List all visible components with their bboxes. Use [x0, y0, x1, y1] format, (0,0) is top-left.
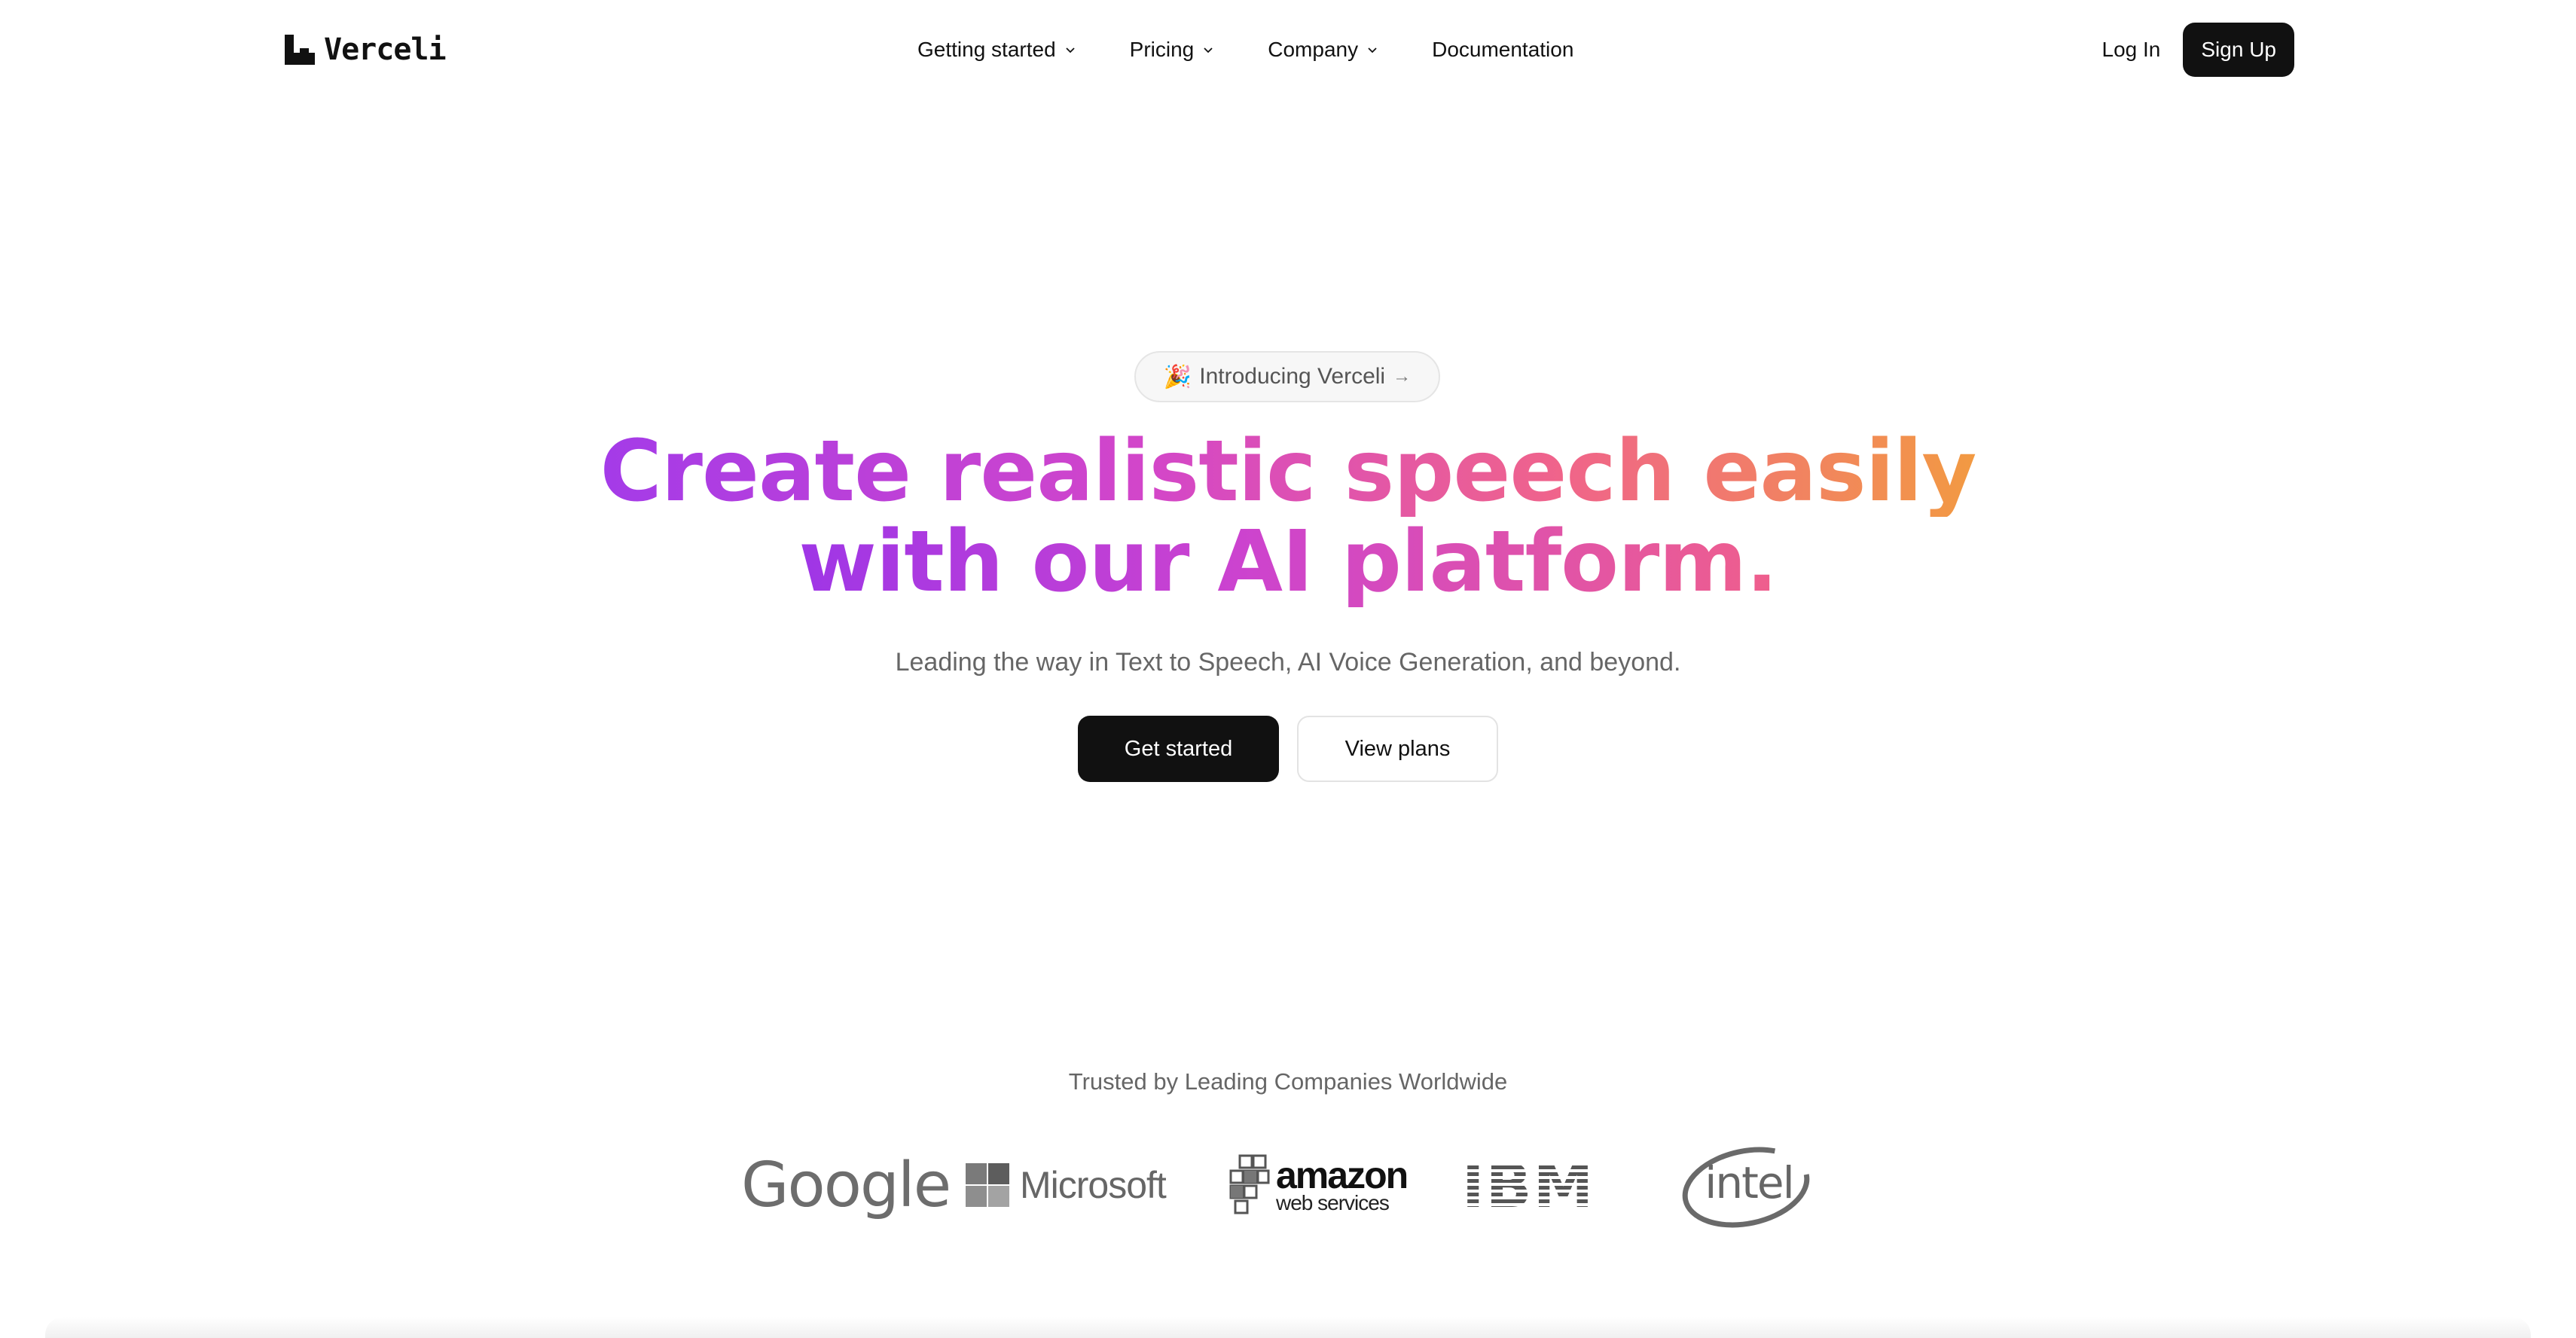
trusted-heading: Trusted by Leading Companies Worldwide: [1068, 1068, 1508, 1095]
microsoft-wordmark: Microsoft: [1020, 1164, 1167, 1206]
announcement-badge[interactable]: 🎉 Introducing Verceli →: [1134, 351, 1440, 402]
ibm-striped-wordmark: IBM: [1464, 1159, 1592, 1211]
top-nav: Verceli Getting started Pricing Company …: [0, 0, 2576, 99]
microsoft-squares-icon: [966, 1163, 1009, 1207]
hero-subtitle: Leading the way in Text to Speech, AI Vo…: [895, 648, 1681, 677]
nav-item-label: Getting started: [917, 38, 1056, 61]
brand-name: Verceli: [324, 32, 447, 67]
aws-logo: amazon web services: [1226, 1136, 1409, 1234]
main-menu: Getting started Pricing Company Document…: [917, 30, 1573, 69]
party-popper-icon: 🎉: [1163, 364, 1192, 389]
google-wordmark: Google: [741, 1149, 951, 1221]
badge-text: Introducing Verceli: [1199, 364, 1386, 389]
microsoft-logo: Microsoft: [966, 1136, 1167, 1234]
nav-item-company[interactable]: Company: [1268, 38, 1378, 62]
intel-swirl-wordmark: intel: [1682, 1147, 1810, 1228]
get-started-button[interactable]: Get started: [1078, 716, 1279, 782]
intel-logo: intel: [1680, 1136, 1812, 1234]
arrow-right-icon: →: [1393, 366, 1412, 386]
auth-actions: Log In Sign Up: [2102, 23, 2294, 77]
chevron-down-icon: [1066, 47, 1075, 53]
signup-button[interactable]: Sign Up: [2183, 23, 2294, 77]
nav-item-label: Documentation: [1432, 38, 1574, 61]
brand-logo[interactable]: Verceli: [283, 32, 447, 67]
headline-line-1: Create realistic speech easily: [600, 423, 1977, 521]
google-logo: Google: [741, 1136, 951, 1234]
next-section-edge: [45, 1317, 2531, 1338]
nav-item-label: Company: [1268, 38, 1359, 61]
nav-item-pricing[interactable]: Pricing: [1130, 38, 1214, 62]
aws-cubes-icon: [1229, 1154, 1270, 1214]
nav-item-getting-started[interactable]: Getting started: [917, 38, 1076, 62]
nav-item-label: Pricing: [1129, 38, 1195, 61]
aws-wordmark-line-2: web services: [1276, 1191, 1390, 1214]
ibm-logo: IBM: [1464, 1136, 1592, 1234]
aws-wordmark: amazon web services: [1276, 1154, 1409, 1214]
login-link[interactable]: Log In: [2102, 38, 2161, 62]
intel-wordmark: intel: [1705, 1157, 1793, 1208]
partner-logos: Google Microsoft amazon web services IBM…: [0, 1136, 2576, 1234]
aws-wordmark-line-1: amazon: [1276, 1154, 1409, 1196]
view-plans-button[interactable]: View plans: [1297, 716, 1498, 782]
nav-item-documentation[interactable]: Documentation: [1432, 38, 1573, 62]
ibm-wordmark: IBM: [1464, 1159, 1592, 1211]
verceli-logo-icon: [285, 35, 315, 65]
chevron-down-icon: [1368, 47, 1377, 53]
chevron-down-icon: [1204, 47, 1213, 53]
hero-headline: Create realistic speech easily with our …: [0, 426, 2576, 607]
headline-line-2: with our AI platform.: [798, 513, 1778, 611]
